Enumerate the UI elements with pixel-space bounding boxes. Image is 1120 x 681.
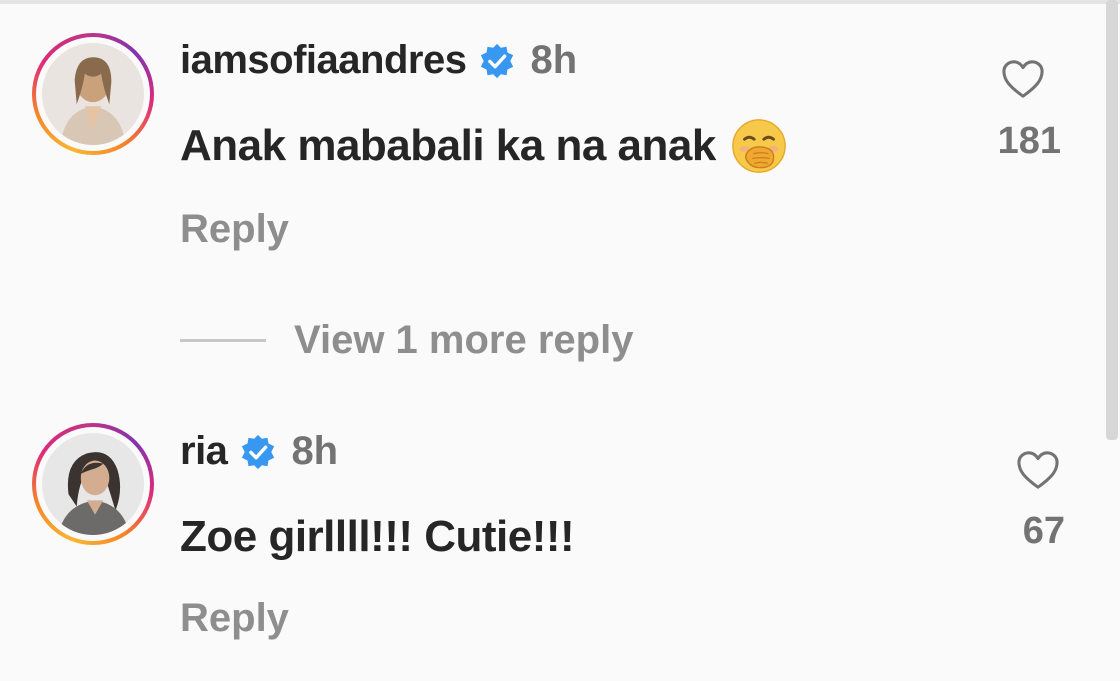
like-count: 181 xyxy=(997,120,1061,162)
like-count: 67 xyxy=(1022,510,1065,552)
reply-button[interactable]: Reply xyxy=(180,596,289,641)
avatar-story-ring[interactable] xyxy=(32,423,154,545)
comment-timestamp: 8h xyxy=(291,429,339,473)
avatar xyxy=(42,43,144,145)
face-with-hand-over-mouth-icon xyxy=(730,117,788,175)
avatar xyxy=(42,433,144,535)
comment-username[interactable]: ria xyxy=(180,429,228,474)
view-more-replies-button[interactable]: View 1 more reply xyxy=(180,318,633,363)
view-more-divider xyxy=(180,339,266,342)
comment-text: Zoe girllll!!! Cutie!!! xyxy=(180,512,575,561)
comment-text: Anak mababali ka na anak xyxy=(180,121,716,170)
like-heart-icon[interactable] xyxy=(1015,449,1061,491)
view-more-replies-label: View 1 more reply xyxy=(294,318,634,362)
scrollbar[interactable] xyxy=(1106,0,1118,440)
like-heart-icon[interactable] xyxy=(1000,58,1046,100)
top-divider xyxy=(0,0,1120,4)
avatar-story-ring[interactable] xyxy=(32,33,154,155)
verified-badge-icon xyxy=(239,433,277,471)
verified-badge-icon xyxy=(478,42,516,80)
reply-button[interactable]: Reply xyxy=(180,207,289,252)
comment-timestamp: 8h xyxy=(530,38,578,82)
comment-username[interactable]: iamsofiaandres xyxy=(180,38,467,83)
